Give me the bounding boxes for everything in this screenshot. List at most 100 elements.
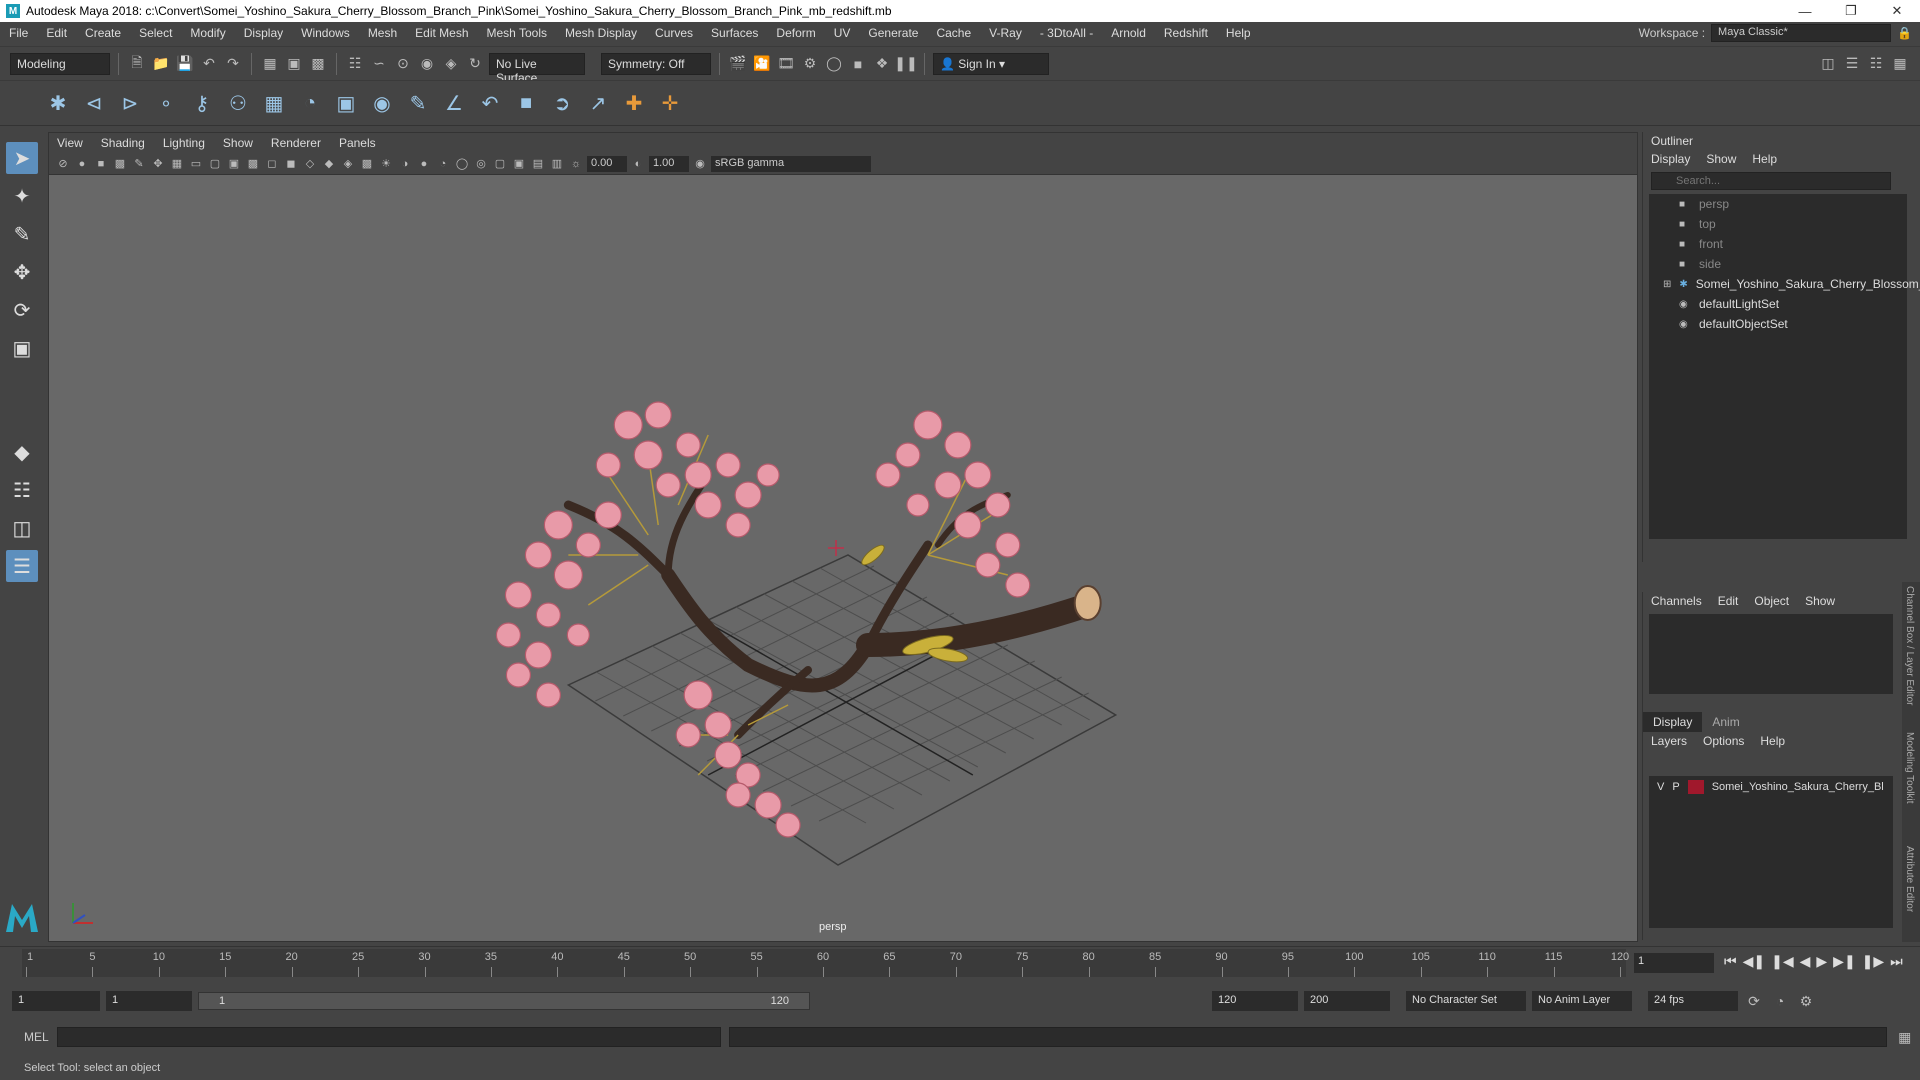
anim-prefs-icon[interactable]: ⚙ (1796, 991, 1816, 1011)
layer-playback-toggle[interactable]: P (1672, 781, 1679, 793)
menu-curves[interactable]: Curves (646, 26, 702, 40)
outliner-item-defaultlightset[interactable]: ◉ defaultLightSet (1649, 294, 1907, 314)
use-all-lights-icon[interactable]: ☀ (378, 156, 394, 172)
script-editor-icon[interactable]: ▦ (1895, 1027, 1915, 1047)
menu-mesh-tools[interactable]: Mesh Tools (478, 26, 556, 40)
go-to-start-icon[interactable]: ⏮ (1724, 953, 1737, 970)
scene-3d-view[interactable] (49, 175, 1637, 941)
symmetry-dropdown[interactable]: Symmetry: Off (601, 52, 711, 75)
close-button[interactable]: ✕ (1874, 0, 1920, 22)
menu-3dtoall[interactable]: - 3DtoAll - (1031, 26, 1102, 40)
menu-select[interactable]: Select (130, 26, 181, 40)
tab-channel-box-layer-editor[interactable]: Channel Box / Layer Editor (1904, 586, 1915, 706)
scale-tool-icon[interactable]: ▣ (6, 332, 38, 364)
menu-mesh[interactable]: Mesh (359, 26, 406, 40)
menu-edit[interactable]: Edit (37, 26, 76, 40)
open-scene-icon[interactable]: 📁 (151, 54, 171, 74)
outliner-menu-help[interactable]: Help (1752, 152, 1777, 166)
menu-vray[interactable]: V-Ray (980, 26, 1031, 40)
menu-windows[interactable]: Windows (292, 26, 359, 40)
menu-file[interactable]: File (0, 26, 37, 40)
grid-icon[interactable]: ▦ (169, 156, 185, 172)
smooth-shade-icon[interactable]: ◆ (321, 156, 337, 172)
cluster-icon[interactable]: ◉ (368, 89, 396, 117)
depth-of-field-icon[interactable]: ◎ (473, 156, 489, 172)
select-component-icon[interactable]: ▩ (308, 54, 328, 74)
paint-select-tool-icon[interactable]: ✎ (6, 218, 38, 250)
viewport-menu-lighting[interactable]: Lighting (163, 136, 205, 150)
move-tool-icon[interactable]: ✥ (6, 256, 38, 288)
playback-start-field[interactable]: 1 (106, 991, 192, 1011)
layer-row[interactable]: V P Somei_Yoshino_Sakura_Cherry_Bl (1649, 776, 1893, 798)
pin-icon[interactable]: ✛ (656, 89, 684, 117)
field-chart-icon[interactable]: ▩ (245, 156, 261, 172)
outliner-item-top[interactable]: ■ top (1649, 214, 1907, 234)
snap-point-icon[interactable]: ⊙ (393, 54, 413, 74)
outliner-layout-icon[interactable]: ☰ (6, 550, 38, 582)
character-set-dropdown[interactable]: No Character Set (1406, 991, 1526, 1011)
humanik-icon[interactable]: ⚷ (188, 89, 216, 117)
select-hierarchy-icon[interactable]: ▦ (260, 54, 280, 74)
menu-mesh-display[interactable]: Mesh Display (556, 26, 646, 40)
lock-icon[interactable]: 🔒 (1897, 26, 1912, 40)
viewport-menu-panels[interactable]: Panels (339, 136, 376, 150)
safe-action-icon[interactable]: ◻ (264, 156, 280, 172)
menu-set-dropdown[interactable]: Modeling (10, 52, 110, 75)
fps-dropdown[interactable]: 24 fps (1648, 991, 1738, 1011)
cross-icon[interactable]: ✚ (620, 89, 648, 117)
menu-deform[interactable]: Deform (767, 26, 824, 40)
outliner-item-front[interactable]: ■ front (1649, 234, 1907, 254)
playback-end-field[interactable]: 120 (1212, 991, 1298, 1011)
menu-modify[interactable]: Modify (181, 26, 234, 40)
gate-mask-icon[interactable]: ▣ (226, 156, 242, 172)
viewport-menu-renderer[interactable]: Renderer (271, 136, 321, 150)
menu-edit-mesh[interactable]: Edit Mesh (406, 26, 477, 40)
snap-curve-icon[interactable]: ∽ (369, 54, 389, 74)
range-slider[interactable]: 1 120 (198, 992, 810, 1010)
snap-grid-icon[interactable]: ☷ (345, 54, 365, 74)
tab-attribute-editor[interactable]: Attribute Editor (1904, 846, 1915, 912)
outliner-item-persp[interactable]: ■ persp (1649, 194, 1907, 214)
channel-box-body[interactable] (1649, 614, 1893, 694)
constraint-scale-icon[interactable]: ■ (512, 89, 540, 117)
time-ruler[interactable]: 1 5 10 15 20 25 30 35 40 45 50 55 60 65 70 75 80 85 90 95 10… (22, 949, 1629, 977)
screen-space-ao-icon[interactable]: ● (416, 156, 432, 172)
view-transform-dropdown[interactable]: sRGB gamma (711, 155, 871, 172)
bookmarks-icon[interactable]: ■ (93, 156, 109, 172)
ik-handle-icon[interactable]: ⊳ (116, 89, 144, 117)
create-joint-icon[interactable]: ⊲ (80, 89, 108, 117)
constraint-orient-icon[interactable]: ↶ (476, 89, 504, 117)
xray-active-components-icon[interactable]: ▥ (549, 156, 565, 172)
select-object-icon[interactable]: ▣ (284, 54, 304, 74)
step-back-frame-icon[interactable]: ❚◀ (1771, 953, 1794, 970)
current-frame-field[interactable]: 1 (1634, 953, 1714, 973)
two-view-icon[interactable]: ◫ (6, 512, 38, 544)
viewport-menu-show[interactable]: Show (223, 136, 253, 150)
snap-view-icon[interactable]: ◉ (417, 54, 437, 74)
color-management-icon[interactable]: ◉ (692, 156, 708, 172)
toggle-tool-settings-icon[interactable]: ☷ (1866, 54, 1886, 74)
select-tool-icon[interactable]: ➤ (6, 142, 38, 174)
lasso-tool-icon[interactable]: ✦ (6, 180, 38, 212)
channel-menu-edit[interactable]: Edit (1718, 594, 1739, 608)
outliner-item-model[interactable]: ⊞ ✱ Somei_Yoshino_Sakura_Cherry_Blossom_ (1649, 274, 1920, 294)
film-gate-icon[interactable]: ▭ (188, 156, 204, 172)
go-to-end-icon[interactable]: ⏭ (1890, 953, 1903, 970)
exposure-field[interactable]: 0.00 (587, 155, 627, 172)
layer-list[interactable]: V P Somei_Yoshino_Sakura_Cherry_Bl (1649, 776, 1893, 928)
gamma-icon[interactable]: ◐ (630, 156, 646, 172)
bind-skin-icon[interactable]: ▦ (260, 89, 288, 117)
tab-display[interactable]: Display (1643, 712, 1703, 732)
sign-in-button[interactable]: 👤 Sign In ▾ (933, 52, 1049, 75)
grease-pencil-icon[interactable]: ✎ (131, 156, 147, 172)
redshift-render-icon[interactable]: ■ (848, 54, 868, 74)
mel-label[interactable]: MEL (24, 1030, 49, 1044)
play-forwards-icon[interactable]: ▶ (1816, 953, 1827, 970)
four-view-icon[interactable]: ☷ (6, 474, 38, 506)
toggle-modeling-toolkit-icon[interactable]: ◫ (1818, 54, 1838, 74)
constraint-parent-icon[interactable]: ✎ (404, 89, 432, 117)
hypershade-icon[interactable]: ◯ (824, 54, 844, 74)
create-locator-icon[interactable]: ✱ (44, 89, 72, 117)
menu-help[interactable]: Help (1217, 26, 1260, 40)
paint-weights-icon[interactable]: ◔ (296, 89, 324, 117)
